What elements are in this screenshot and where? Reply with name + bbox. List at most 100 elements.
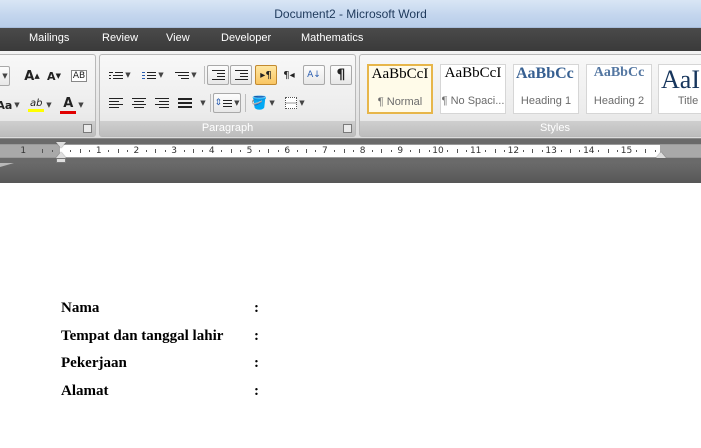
ruler-tick	[390, 150, 392, 152]
field-label-alamat: Alamat	[61, 383, 109, 399]
bullets-icon	[109, 70, 124, 81]
grow-font-button[interactable]: A ▲	[21, 66, 43, 86]
multilevel-list-button[interactable]: ▼	[171, 65, 201, 85]
ruler-tick	[353, 150, 355, 152]
numbering-button[interactable]: ▼	[138, 65, 168, 85]
ruler-tick	[79, 149, 81, 153]
ruler-tick	[240, 150, 242, 152]
ruler-tick	[494, 149, 496, 153]
ruler-tick	[230, 149, 232, 153]
line-spacing-arrows-icon: ⇕	[214, 98, 223, 108]
tab-review[interactable]: Review	[102, 32, 138, 44]
shading-button[interactable]: 🪣 ▼	[248, 93, 278, 113]
decrease-indent-button[interactable]	[207, 65, 229, 85]
font-size-dropdown[interactable]: ▼	[0, 66, 10, 86]
ruler-tick	[343, 149, 345, 153]
ruler-number: 4	[208, 146, 215, 156]
ruler-tick	[108, 150, 110, 152]
ruler-number: 10	[432, 146, 444, 156]
paragraph-group: ▼ ▼ ▼ ▸¶ ¶◂ A↓ ¶ ▼ ⇕ ▼ 🪣 ▼ ▼ Paragraph	[99, 54, 356, 137]
font-color-swatch	[60, 111, 77, 114]
highlight-button[interactable]: ab ▼	[25, 95, 55, 115]
ruler-tick	[89, 150, 91, 152]
sort-button[interactable]: A↓	[303, 65, 325, 85]
ruler-tick	[126, 150, 128, 152]
ruler-number: 2	[133, 146, 140, 156]
ruler-number: 1	[95, 146, 102, 156]
align-center-icon	[132, 96, 146, 110]
field-label-pekerjaan: Pekerjaan	[61, 355, 127, 371]
window-title: Document2 - Microsoft Word	[274, 6, 427, 21]
style-heading-2[interactable]: AaBbCc Heading 2	[586, 64, 652, 114]
ruler-number: 12	[507, 146, 520, 156]
align-left-button[interactable]	[105, 93, 127, 113]
tab-mailings[interactable]: Mailings	[29, 32, 69, 44]
clear-formatting-button[interactable]: AB	[68, 66, 90, 86]
align-dropdown[interactable]: ▼	[197, 93, 207, 113]
style-no-spacing[interactable]: AaBbCcI ¶ No Spaci...	[440, 64, 506, 114]
ruler-tick	[503, 150, 505, 152]
increase-indent-icon	[234, 68, 248, 82]
paragraph-dialog-launcher-icon[interactable]	[343, 124, 352, 133]
align-right-button[interactable]	[151, 93, 173, 113]
show-hide-marks-button[interactable]: ¶	[330, 65, 352, 85]
ruler-number: 3	[171, 146, 177, 156]
ruler-tick	[447, 150, 449, 152]
line-spacing-button[interactable]: ⇕ ▼	[213, 93, 241, 113]
title-bar: Document2 - Microsoft Word	[0, 0, 701, 28]
shrink-arrow-icon: ▼	[55, 72, 61, 80]
document-gutter	[0, 163, 701, 183]
ruler-tick	[560, 150, 562, 152]
document-page[interactable]: Nama : Tempat dan tanggal lahir : Pekerj…	[0, 183, 701, 448]
multilevel-list-icon	[175, 70, 190, 81]
ruler-number: 8	[359, 146, 366, 156]
ruler-tick	[296, 150, 298, 152]
ruler-tick	[155, 149, 157, 153]
ruler-tick	[617, 150, 619, 152]
tab-developer[interactable]: Developer	[221, 32, 271, 44]
field-colon-nama: :	[254, 300, 259, 316]
ruler-tick	[372, 150, 374, 152]
ruler-number: 5	[246, 146, 253, 156]
ruler-tick	[42, 149, 44, 153]
font-color-button[interactable]: A ▼	[57, 95, 87, 115]
ruler-tick	[541, 150, 543, 152]
ruler-tick	[598, 150, 600, 152]
font-dialog-launcher-icon[interactable]	[83, 124, 92, 133]
left-to-right-button[interactable]: ▸¶	[255, 65, 277, 85]
justify-button[interactable]	[174, 93, 196, 113]
paragraph-group-label: Paragraph	[100, 121, 355, 136]
right-indent-marker[interactable]	[656, 152, 666, 158]
ruler-tick	[117, 149, 119, 153]
borders-button[interactable]: ▼	[280, 93, 310, 113]
ruler-tick	[532, 149, 534, 153]
horizontal-ruler[interactable]: 1 1 2 3 4 5 6 7 8 9 10 11 12 13 14 15	[0, 139, 701, 163]
ruler-tick	[51, 150, 53, 152]
align-center-button[interactable]	[128, 93, 150, 113]
align-right-icon	[155, 96, 169, 110]
ruler-tick	[419, 149, 421, 153]
ruler-tick	[258, 150, 260, 152]
first-line-indent-marker[interactable]	[56, 142, 66, 148]
style-heading-1[interactable]: AaBbCc Heading 1	[513, 64, 579, 114]
ribbon-tab-strip: Mailings Review View Developer Mathemati…	[0, 28, 701, 51]
ruler-tick	[485, 150, 487, 152]
numbering-icon	[142, 70, 157, 81]
change-case-button[interactable]: Aa ▼	[0, 95, 21, 115]
line-spacing-icon	[223, 98, 233, 109]
tab-mathematics[interactable]: Mathematics	[301, 32, 363, 44]
right-to-left-button[interactable]: ¶◂	[278, 65, 300, 85]
shrink-font-button[interactable]: A ▼	[44, 66, 64, 86]
bullets-button[interactable]: ▼	[105, 65, 135, 85]
ruler-number: 9	[397, 146, 404, 156]
ruler-tick	[522, 150, 524, 152]
tab-view[interactable]: View	[166, 32, 190, 44]
ruler-tick	[466, 150, 468, 152]
ruler-tick	[277, 150, 279, 152]
styles-group-label: Styles	[360, 121, 701, 136]
increase-indent-button[interactable]	[230, 65, 252, 85]
justify-icon	[178, 96, 192, 110]
style-title[interactable]: AaI Title	[658, 64, 701, 114]
ribbon: ▼ A ▲ A ▼ AB Aa ▼ ab ▼ A ▼ ▼ ▼ ▼ ▸¶ ¶◂ A…	[0, 51, 701, 139]
style-normal[interactable]: AaBbCcI ¶ Normal	[367, 64, 433, 114]
